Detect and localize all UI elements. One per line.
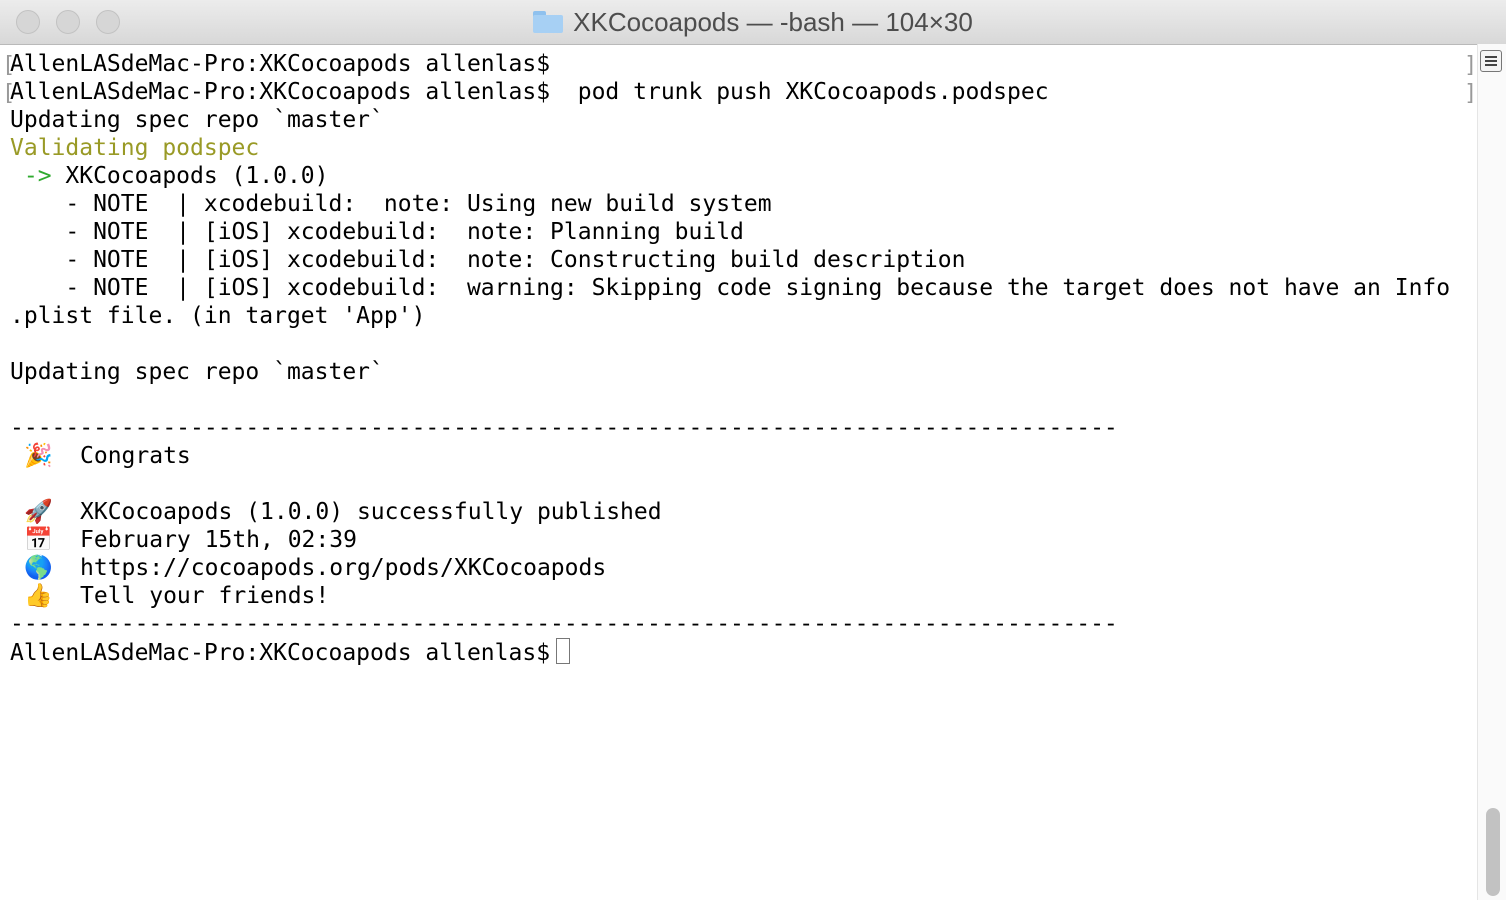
terminal-line: AllenLASdeMac-Pro:XKCocoapods allenlas$ … bbox=[10, 79, 1049, 105]
terminal-line: 🌎 https://cocoapods.org/pods/XKCocoapods bbox=[10, 554, 1466, 582]
prompt-text: AllenLASdeMac-Pro:XKCocoapods allenlas$ bbox=[10, 640, 551, 666]
terminal-line: 🚀 XKCocoapods (1.0.0) successfully publis… bbox=[10, 498, 1466, 526]
mark-bracket: ] bbox=[1464, 81, 1478, 106]
terminal-line: Updating spec repo `master` bbox=[10, 107, 384, 133]
pod-url[interactable]: https://cocoapods.org/pods/XKCocoapods bbox=[80, 555, 606, 581]
mark-bracket: [ bbox=[2, 81, 16, 106]
terminal-line: 👍 Tell your friends! bbox=[10, 582, 1466, 610]
mark-bracket: [ bbox=[2, 53, 16, 78]
separator-line: ----------------------------------------… bbox=[10, 611, 1118, 637]
terminal-line: Updating spec repo `master` bbox=[10, 359, 384, 385]
terminal-line: 🎉 Congrats bbox=[10, 442, 1466, 470]
tell-friends-text: Tell your friends! bbox=[80, 583, 330, 609]
terminal-line: AllenLASdeMac-Pro:XKCocoapods allenlas$ bbox=[10, 51, 551, 77]
mark-bracket: ] bbox=[1464, 53, 1478, 78]
arrow-marker: -> bbox=[10, 163, 66, 189]
date-text: February 15th, 02:39 bbox=[80, 527, 357, 553]
vertical-scrollbar[interactable] bbox=[1477, 44, 1506, 900]
scrollbar-thumb[interactable] bbox=[1486, 808, 1500, 896]
terminal-line: -> XKCocoapods (1.0.0) bbox=[10, 162, 1466, 190]
terminal-line: 📅 February 15th, 02:39 bbox=[10, 526, 1466, 554]
congrats-text: Congrats bbox=[80, 443, 191, 469]
terminal-line: - NOTE | [iOS] xcodebuild: note: Plannin… bbox=[10, 219, 744, 245]
terminal-line: .plist file. (in target 'App') bbox=[10, 303, 426, 329]
party-popper-icon: 🎉 bbox=[24, 443, 53, 469]
thumbs-up-icon: 👍 bbox=[24, 583, 53, 609]
window-title: XKCocoapods — -bash — 104×30 bbox=[573, 6, 973, 37]
calendar-icon: 📅 bbox=[24, 527, 53, 553]
prompt-line[interactable]: AllenLASdeMac-Pro:XKCocoapods allenlas$ bbox=[10, 638, 1466, 666]
separator-line: ----------------------------------------… bbox=[10, 415, 1118, 441]
terminal-line: - NOTE | xcodebuild: note: Using new bui… bbox=[10, 191, 772, 217]
terminal-line: - NOTE | [iOS] xcodebuild: note: Constru… bbox=[10, 247, 966, 273]
title-bar: XKCocoapods — -bash — 104×30 bbox=[0, 0, 1506, 45]
terminal-output[interactable]: AllenLASdeMac-Pro:XKCocoapods allenlas$ … bbox=[10, 50, 1466, 900]
folder-icon bbox=[533, 11, 564, 33]
published-text: XKCocoapods (1.0.0) successfully publish… bbox=[80, 499, 662, 525]
terminal-line: - NOTE | [iOS] xcodebuild: warning: Skip… bbox=[10, 275, 1451, 301]
globe-icon: 🌎 bbox=[24, 555, 53, 581]
pod-version: XKCocoapods (1.0.0) bbox=[65, 163, 329, 189]
rocket-icon: 🚀 bbox=[24, 499, 53, 525]
split-pane-icon[interactable] bbox=[1480, 50, 1502, 72]
terminal-line: Validating podspec bbox=[10, 135, 260, 161]
text-cursor bbox=[556, 638, 571, 664]
